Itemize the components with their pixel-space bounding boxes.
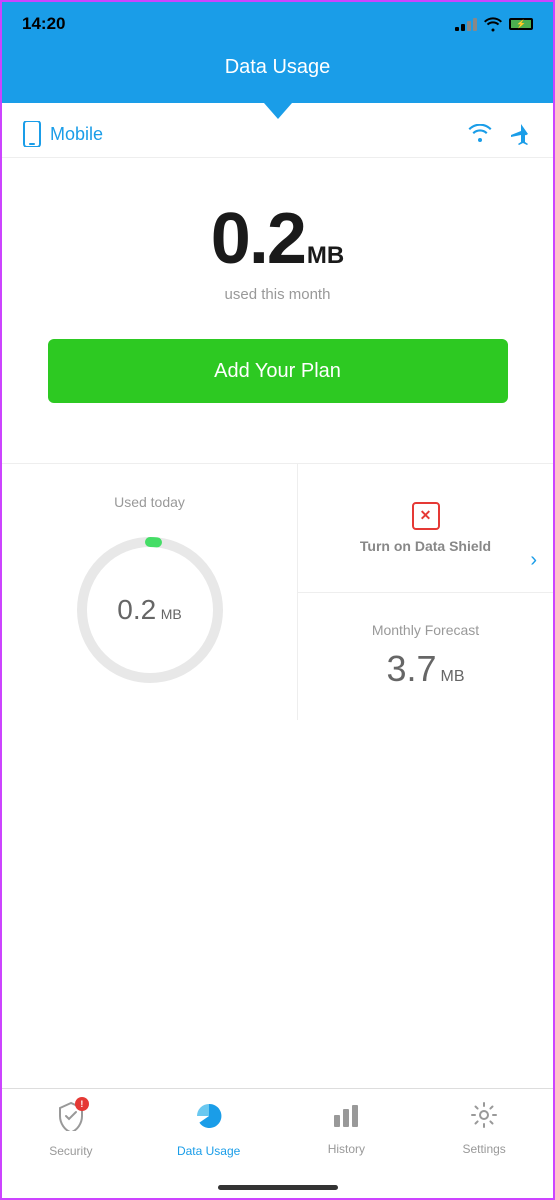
used-today-label: Used today [114,494,185,510]
nav-label-history: History [328,1142,365,1156]
mobile-tab[interactable]: Mobile [22,121,103,147]
chevron-right-icon: › [530,549,537,572]
nav-item-data-usage[interactable]: Data Usage [140,1101,278,1158]
wifi-status-icon[interactable] [467,124,493,144]
circle-unit: MB [161,606,182,622]
main-content: 0.2 MB used this month Add Your Plan [2,158,553,433]
forecast-amount: 3.7 MB [386,648,464,690]
forecast-unit: MB [441,668,465,686]
bottom-nav: ! Security Data Usage History [2,1088,553,1198]
header-notch [264,103,292,119]
security-badge-dot: ! [75,1097,89,1111]
page-title: Data Usage [2,56,553,79]
forecast-number: 3.7 [386,648,436,690]
shield-label: Turn on Data Shield [360,538,491,554]
status-time: 14:20 [22,14,65,34]
header: Data Usage [2,46,553,103]
nav-label-settings: Settings [462,1142,505,1156]
circle-text: 0.2 MB [117,594,181,626]
data-usage-display: 0.2 MB [211,198,344,280]
data-shield-section[interactable]: ✕ Turn on Data Shield › [298,464,553,593]
stats-grid: Used today 0.2 MB ✕ Turn on Data Shield … [2,463,553,720]
signal-icon [455,18,477,31]
nav-item-history[interactable]: History [278,1101,416,1156]
mobile-label-text: Mobile [50,124,103,145]
nav-label-security: Security [49,1144,92,1158]
data-number: 0.2 [211,198,305,280]
data-usage-nav-icon [194,1101,224,1138]
shield-status-icon: ✕ [412,502,440,530]
phone-icon [22,121,42,147]
airplane-icon[interactable] [507,121,533,147]
wifi-icon [483,16,503,32]
nav-item-security[interactable]: ! Security [2,1101,140,1158]
badge-dot-text: ! [80,1099,83,1109]
bar-chart-icon [332,1101,360,1129]
top-nav-icons [467,121,533,147]
forecast-label: Monthly Forecast [372,622,479,638]
add-plan-button[interactable]: Add Your Plan [48,339,508,403]
home-indicator [218,1185,338,1190]
security-nav-icon: ! [57,1101,85,1138]
usage-circle: 0.2 MB [70,530,230,690]
x-badge: ✕ [412,502,440,530]
gear-icon [470,1101,498,1129]
pie-chart-icon [194,1101,224,1131]
status-bar: 14:20 ⚡ [2,2,553,46]
stats-right: ✕ Turn on Data Shield › Monthly Forecast… [298,464,553,720]
history-nav-icon [332,1101,360,1136]
battery-icon: ⚡ [509,18,533,30]
status-icons: ⚡ [455,16,533,32]
nav-item-settings[interactable]: Settings [415,1101,553,1156]
used-today-section: Used today 0.2 MB [2,464,298,720]
forecast-section: Monthly Forecast 3.7 MB [298,593,553,721]
nav-label-data-usage: Data Usage [177,1144,240,1158]
data-unit: MB [307,242,344,270]
circle-amount: 0.2 [117,594,156,625]
data-sublabel: used this month [225,286,331,303]
settings-nav-icon [470,1101,498,1136]
